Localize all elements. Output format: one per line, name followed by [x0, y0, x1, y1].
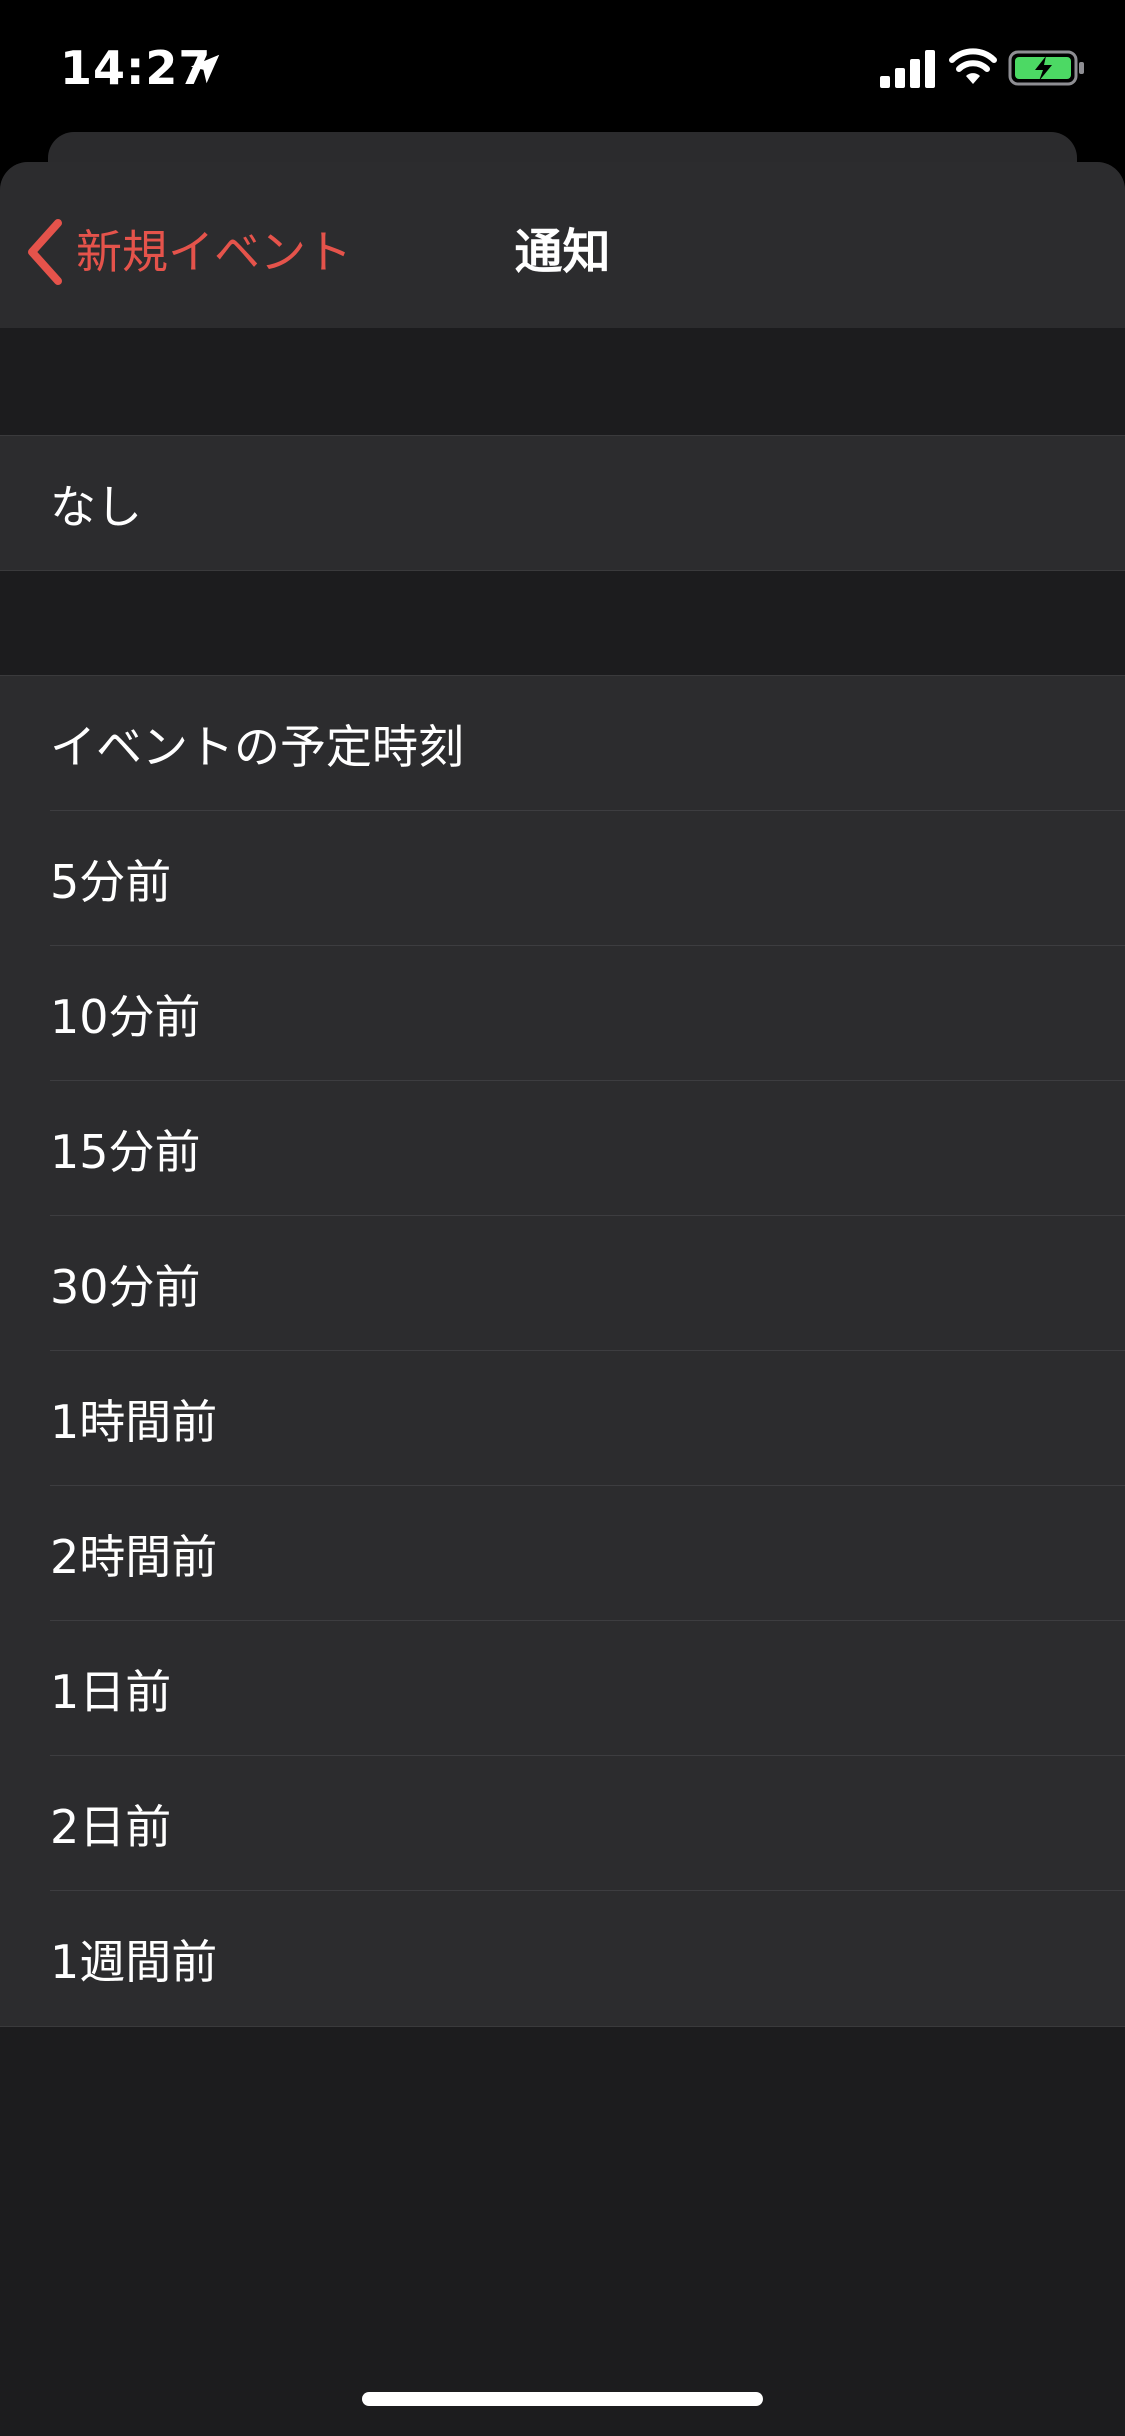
navigation-bar: 通知 新規イベント	[0, 162, 1125, 328]
battery-charging-icon	[1008, 50, 1084, 86]
option-2-days-before[interactable]: 2日前	[0, 1756, 1125, 1891]
option-5-minutes-before[interactable]: 5分前	[0, 811, 1125, 946]
option-30-minutes-before[interactable]: 30分前	[0, 1216, 1125, 1351]
option-15-minutes-before[interactable]: 15分前	[0, 1081, 1125, 1216]
back-button[interactable]: 新規イベント	[22, 212, 352, 292]
chevron-left-icon	[28, 219, 62, 285]
alert-options-list: イベントの予定時刻 5分前 10分前 15分前 30分前 1時間前 2時間前 1…	[0, 675, 1125, 2027]
option-1-hour-before[interactable]: 1時間前	[0, 1351, 1125, 1486]
option-none[interactable]: なし	[0, 436, 1125, 571]
option-1-day-before[interactable]: 1日前	[0, 1621, 1125, 1756]
none-option-group: なし	[0, 435, 1125, 571]
option-1-week-before[interactable]: 1週間前	[0, 1891, 1125, 2026]
home-indicator[interactable]	[362, 2392, 763, 2406]
alert-sheet: 通知 新規イベント なし イベントの予定時刻 5分前 10分前 15分前 30分…	[0, 162, 1125, 2436]
option-10-minutes-before[interactable]: 10分前	[0, 946, 1125, 1081]
status-bar: 14:27	[0, 0, 1125, 135]
cellular-signal-icon	[880, 50, 935, 88]
option-at-time-of-event[interactable]: イベントの予定時刻	[0, 676, 1125, 811]
option-2-hours-before[interactable]: 2時間前	[0, 1486, 1125, 1621]
wifi-icon	[949, 48, 997, 84]
location-arrow-icon	[190, 54, 220, 84]
back-button-label: 新規イベント	[76, 225, 352, 279]
